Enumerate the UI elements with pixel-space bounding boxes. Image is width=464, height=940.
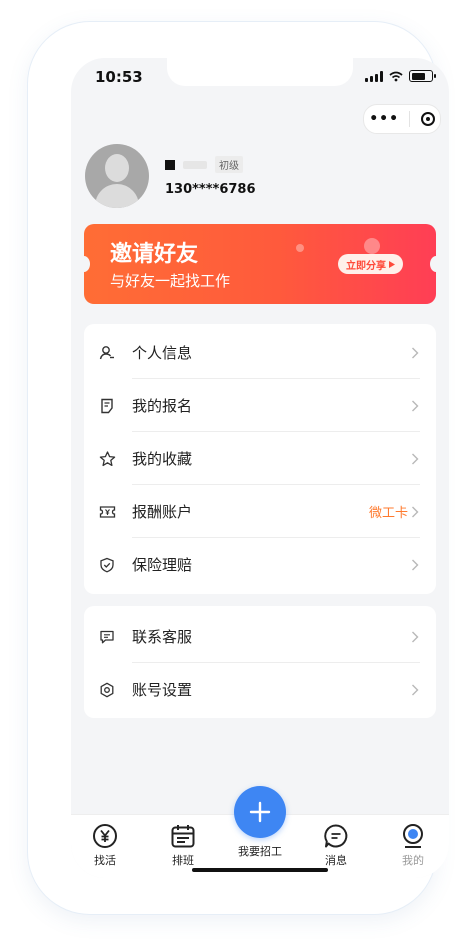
battery-icon bbox=[409, 70, 436, 82]
masked-name bbox=[165, 159, 175, 170]
menu-card: 个人信息 我的报名 我的收藏 报酬账户 微工卡 保险理赔 bbox=[84, 324, 436, 594]
plus-icon bbox=[249, 801, 271, 823]
profile-icon bbox=[403, 824, 423, 848]
decor-bubble bbox=[364, 238, 380, 254]
signal-icon bbox=[365, 70, 383, 82]
tab-label: 我的 bbox=[402, 854, 424, 867]
status-icons bbox=[365, 70, 436, 82]
menu-item-label: 账号设置 bbox=[132, 681, 193, 699]
menu-item-account-settings[interactable]: 账号设置 bbox=[84, 663, 436, 716]
wechat-card-badge: 微工卡 bbox=[368, 506, 408, 521]
more-icon[interactable]: ••• bbox=[369, 111, 399, 127]
post-job-button[interactable] bbox=[234, 786, 286, 838]
tab-schedule[interactable]: 排班 bbox=[153, 823, 213, 868]
menu-card-secondary: 联系客服 账号设置 bbox=[84, 606, 436, 718]
home-indicator bbox=[192, 868, 328, 872]
shield-icon bbox=[98, 556, 116, 574]
chevron-right-icon bbox=[408, 452, 422, 466]
level-tag: 初级 bbox=[215, 156, 243, 173]
decor-bubble bbox=[296, 244, 304, 252]
menu-item-payment-account[interactable]: 报酬账户 微工卡 bbox=[84, 485, 436, 538]
play-arrow-icon bbox=[389, 260, 395, 268]
yen-icon bbox=[93, 824, 117, 848]
tab-label: 排班 bbox=[172, 854, 194, 867]
tab-label: 消息 bbox=[325, 854, 347, 867]
menu-item-label: 报酬账户 bbox=[132, 503, 193, 521]
menu-item-personal-info[interactable]: 个人信息 bbox=[84, 326, 436, 379]
notch bbox=[167, 58, 353, 86]
share-now-button[interactable]: 立即分享 bbox=[338, 254, 403, 274]
app-screen: 10:53 ••• 初级 130****6786 邀请好友 与好友一起找工作 立… bbox=[71, 58, 449, 878]
ticket-icon bbox=[98, 503, 116, 521]
calendar-icon bbox=[171, 825, 195, 848]
avatar-head bbox=[105, 154, 129, 182]
chevron-right-icon bbox=[408, 505, 422, 519]
settings-icon bbox=[98, 681, 116, 699]
status-time: 10:53 bbox=[95, 68, 143, 86]
name-row: 初级 bbox=[165, 156, 243, 173]
profile-header: 初级 130****6786 bbox=[85, 144, 435, 214]
tab-find-work[interactable]: 找活 bbox=[75, 823, 135, 868]
menu-item-my-favorites[interactable]: 我的收藏 bbox=[84, 432, 436, 485]
masked-name-blur bbox=[183, 160, 207, 169]
menu-item-label: 我的收藏 bbox=[132, 450, 193, 468]
share-button-label: 立即分享 bbox=[346, 260, 386, 272]
chevron-right-icon bbox=[408, 630, 422, 644]
banner-notch-right bbox=[430, 256, 436, 272]
star-icon bbox=[98, 450, 116, 468]
menu-item-label: 个人信息 bbox=[132, 344, 193, 362]
document-icon bbox=[98, 397, 116, 415]
banner-notch-left bbox=[84, 256, 90, 272]
person-icon bbox=[98, 344, 116, 362]
chevron-right-icon bbox=[408, 558, 422, 572]
avatar[interactable] bbox=[85, 144, 149, 208]
menu-item-customer-service[interactable]: 联系客服 bbox=[84, 610, 436, 663]
phone-number: 130****6786 bbox=[165, 182, 256, 197]
mini-program-capsule: ••• bbox=[363, 104, 441, 134]
avatar-body bbox=[95, 184, 139, 208]
menu-item-insurance-claims[interactable]: 保险理赔 bbox=[84, 538, 436, 591]
tab-label: 找活 bbox=[94, 854, 116, 867]
chevron-right-icon bbox=[408, 346, 422, 360]
capsule-divider bbox=[409, 111, 411, 127]
phone-frame: 10:53 ••• 初级 130****6786 邀请好友 与好友一起找工作 立… bbox=[28, 22, 449, 914]
banner-subtitle: 与好友一起找工作 bbox=[110, 272, 231, 290]
tab-mine[interactable]: 我的 bbox=[383, 823, 443, 868]
message-icon bbox=[324, 824, 348, 848]
banner-title: 邀请好友 bbox=[110, 242, 199, 267]
invite-banner[interactable]: 邀请好友 与好友一起找工作 立即分享 bbox=[84, 224, 436, 304]
menu-item-my-applications[interactable]: 我的报名 bbox=[84, 379, 436, 432]
tab-messages[interactable]: 消息 bbox=[306, 823, 366, 868]
chevron-right-icon bbox=[408, 399, 422, 413]
menu-item-label: 我的报名 bbox=[132, 397, 193, 415]
close-target-icon[interactable] bbox=[420, 112, 435, 126]
menu-item-label: 保险理赔 bbox=[132, 556, 193, 574]
post-job-label: 我要招工 bbox=[238, 845, 282, 858]
menu-item-label: 联系客服 bbox=[132, 628, 193, 646]
wifi-icon bbox=[389, 71, 403, 81]
chevron-right-icon bbox=[408, 683, 422, 697]
chat-icon bbox=[98, 628, 116, 646]
